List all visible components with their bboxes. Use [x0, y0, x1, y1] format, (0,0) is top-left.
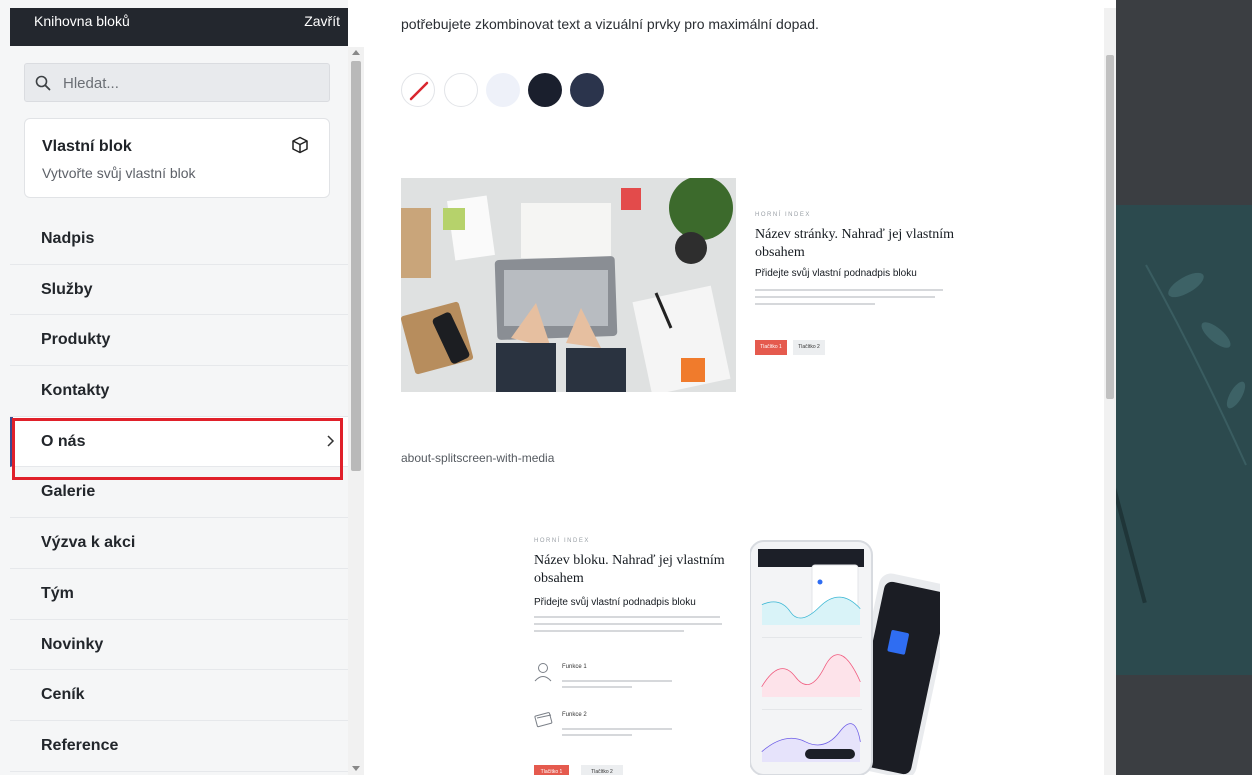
block-name-label: about-splitscreen-with-media	[401, 451, 555, 465]
category-item-sluzby[interactable]: Služby	[10, 265, 348, 316]
category-label: Služby	[41, 280, 93, 298]
block2-subheading: Přidejte svůj vlastní podnadpis bloku	[534, 597, 696, 608]
category-item-tym[interactable]: Tým	[10, 569, 348, 620]
custom-block-subtitle: Vytvořte svůj vlastní blok	[42, 165, 196, 181]
custom-block-title: Vlastní blok	[42, 138, 132, 155]
preview-scrollbar-thumb[interactable]	[1106, 55, 1114, 399]
block1-eyebrow: HORNÍ INDEX	[755, 212, 811, 218]
category-label: Galerie	[41, 483, 96, 501]
no-color-slash-icon	[409, 81, 429, 101]
block1-subheading: Přidejte svůj vlastní podnadpis bloku	[755, 268, 917, 279]
scroll-down-arrow-icon[interactable]	[352, 766, 360, 771]
block1-heading: Název stránky. Nahraď jej vlastním obsah…	[755, 227, 955, 260]
page-backdrop	[1116, 0, 1252, 775]
category-item-kontakty[interactable]: Kontakty	[10, 366, 348, 417]
block-library-panel: Knihovna bloků Zavřít Vlastní blok Vytvo…	[0, 0, 348, 775]
block2-feature2-title: Funkce 2	[562, 712, 587, 718]
block2-button2: Tlačítko 2	[581, 765, 623, 775]
block-preview-area: potřebujete zkombinovat text a vizuální …	[364, 0, 1104, 775]
category-item-o-nas[interactable]: O nás	[10, 416, 348, 468]
category-item-vyzva-k-akci[interactable]: Výzva k akci	[10, 518, 348, 569]
category-item-galerie[interactable]: Galerie	[10, 467, 348, 519]
block1-text: HORNÍ INDEX Název stránky. Nahraď jej vl…	[755, 212, 955, 355]
category-label: Novinky	[41, 635, 104, 653]
category-label: Reference	[41, 736, 119, 754]
scroll-up-arrow-icon[interactable]	[352, 50, 360, 55]
category-label: O nás	[41, 432, 86, 450]
search-icon	[35, 75, 51, 91]
block2-eyebrow: HORNÍ INDEX	[534, 538, 590, 544]
swatch-dark[interactable]	[528, 73, 562, 107]
intro-text: potřebujete zkombinovat text a vizuální …	[401, 16, 819, 32]
card-outline-icon	[534, 712, 553, 728]
block2-heading: Název bloku. Nahraď jej vlastním obsahem	[534, 553, 725, 586]
block1-button2: Tlačítko 2	[793, 340, 825, 355]
block2-feature2: Funkce 2	[534, 710, 734, 740]
block2-text: HORNÍ INDEX Název bloku. Nahraď jej vlas…	[534, 538, 734, 775]
background-photo	[1116, 205, 1252, 675]
block-preview-image[interactable]	[401, 178, 736, 392]
search-input[interactable]	[63, 70, 313, 96]
category-label: Produkty	[41, 331, 111, 349]
block2-body-placeholder	[534, 616, 724, 632]
block2-button1: Tlačítko 1	[534, 765, 569, 775]
category-item-cenik[interactable]: Ceník	[10, 670, 348, 721]
swatch-navy[interactable]	[570, 73, 604, 107]
category-item-nadpis[interactable]: Nadpis	[10, 214, 348, 265]
category-item-novinky[interactable]: Novinky	[10, 620, 348, 671]
category-item-produkty[interactable]: Produkty	[10, 315, 348, 367]
category-item-reference[interactable]: Reference	[10, 721, 348, 772]
block1-button1: Tlačítko 1	[755, 340, 787, 355]
cube-icon	[292, 136, 308, 154]
laptop-desk-photo	[401, 178, 736, 392]
user-outline-icon	[534, 663, 552, 682]
category-label: Ceník	[41, 686, 85, 704]
swatch-light[interactable]	[486, 73, 520, 107]
phone-mockup-image	[750, 540, 940, 775]
block-library-header: Knihovna bloků Zavřít	[10, 8, 348, 46]
category-list: Nadpis Služby Produkty Kontakty O nás Ga…	[10, 214, 348, 772]
swatch-none[interactable]	[401, 73, 435, 107]
category-label: Kontakty	[41, 382, 110, 400]
sidebar-scrollbar-thumb[interactable]	[351, 61, 361, 471]
category-label: Nadpis	[41, 230, 95, 247]
block-library-title: Knihovna bloků	[34, 13, 130, 29]
close-button[interactable]: Zavřít	[304, 13, 340, 29]
custom-block-card[interactable]: Vlastní blok Vytvořte svůj vlastní blok	[24, 118, 330, 198]
swatch-white[interactable]	[444, 73, 478, 107]
chevron-right-icon	[327, 435, 335, 447]
block2-feature1-title: Funkce 1	[562, 664, 587, 670]
category-label: Tým	[41, 584, 74, 602]
search-field[interactable]	[24, 63, 330, 102]
block1-body-placeholder	[755, 289, 945, 305]
sidebar-scrollbar[interactable]	[348, 47, 364, 775]
category-label: Výzva k akci	[41, 534, 136, 552]
block2-feature1: Funkce 1	[534, 662, 734, 692]
preview-scrollbar[interactable]	[1104, 8, 1116, 775]
